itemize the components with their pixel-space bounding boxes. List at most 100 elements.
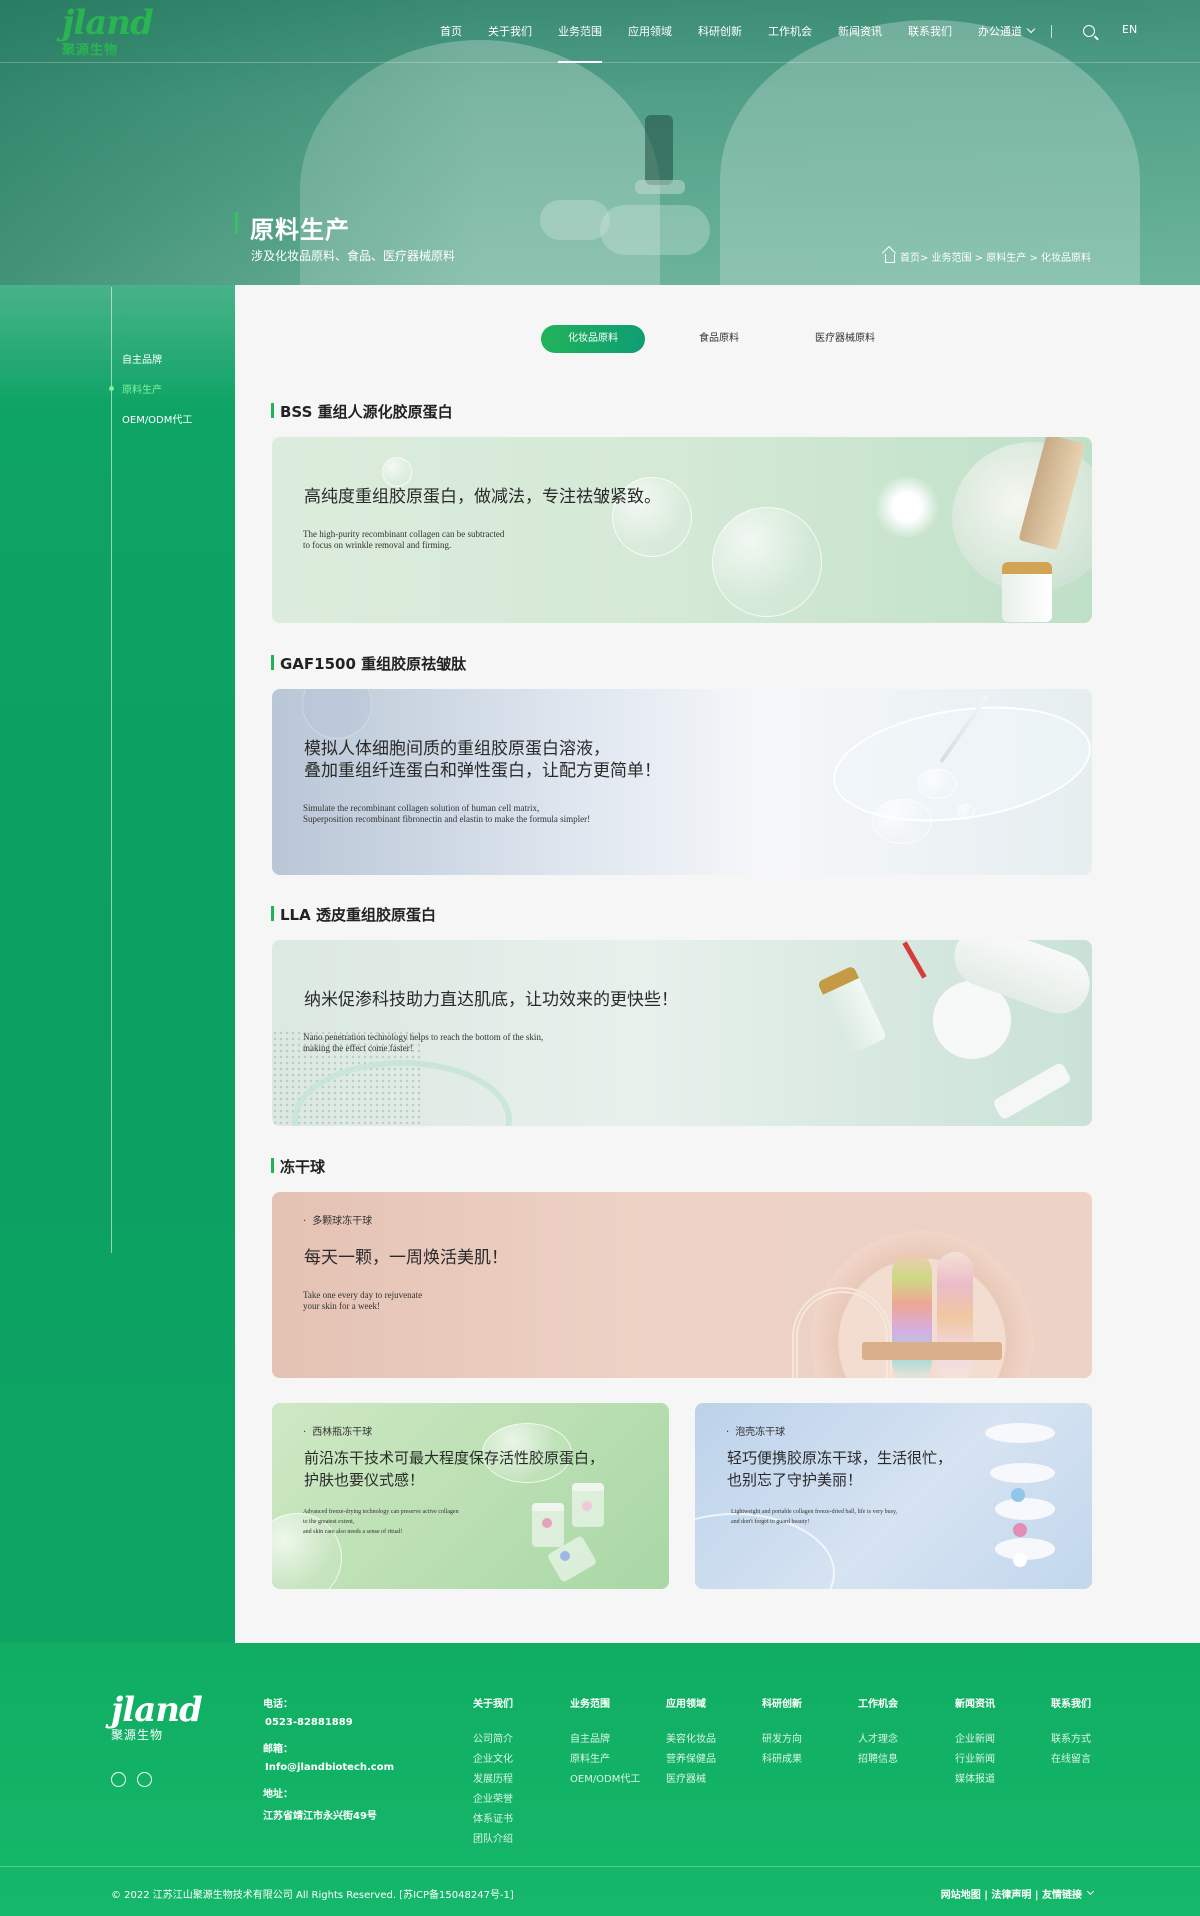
footer-link[interactable]: 企业荣誉 (473, 1790, 513, 1810)
nav-item-jobs[interactable]: 工作机会 (768, 0, 812, 63)
footer-link[interactable]: 人才理念 (858, 1730, 898, 1750)
product-banner-vial-ball[interactable]: 西林瓶冻干球 前沿冻干技术可最大程度保存活性胶原蛋白， 护肤也要仪式感！ Adv… (272, 1403, 669, 1589)
product-banner-lla[interactable]: 纳米促渗科技助力直达肌底，让功效来的更快些！ Nano penetration … (272, 940, 1092, 1126)
footer-link[interactable]: 营养保健品 (666, 1750, 716, 1770)
banner-en-line: and don't forget to guard beauty! (731, 1519, 810, 1525)
footer-link[interactable]: 体系证书 (473, 1810, 513, 1830)
page-subtitle: 涉及化妆品原料、食品、医疗器械原料 (251, 249, 456, 263)
nav-item-research[interactable]: 科研创新 (698, 0, 742, 63)
tiktok-icon[interactable] (137, 1772, 152, 1787)
banner-en-line: Simulate the recombinant collagen soluti… (303, 803, 540, 813)
logo-word: jland (62, 3, 154, 43)
nav-item-business[interactable]: 业务范围 (558, 0, 602, 63)
banner-en-line: and skin care also needs a sense of ritu… (303, 1529, 403, 1535)
footer-email[interactable]: Info@jlandbiotech.com (265, 1762, 394, 1773)
banner-heading: 高纯度重组胶原蛋白，做减法，专注祛皱紧致。 (304, 487, 661, 507)
footer-col-title[interactable]: 关于我们 (473, 1695, 513, 1710)
banner-tag: 多颗球冻干球 (303, 1212, 372, 1227)
footer-logo-word: jland (111, 1690, 203, 1730)
tab-medical-materials[interactable]: 医疗器械原料 (793, 325, 897, 353)
footer-link[interactable]: 媒体报道 (955, 1770, 995, 1790)
product-banner-multi-ball[interactable]: 多颗球冻干球 每天一颗，一周焕活美肌！ Take one every day t… (272, 1192, 1092, 1378)
footer-col-title[interactable]: 新闻资讯 (955, 1695, 995, 1710)
tab-cosmetic-materials[interactable]: 化妆品原料 (541, 325, 645, 353)
footer-logo[interactable]: jland 聚源生物 (111, 1690, 203, 1743)
footer-link[interactable]: OEM/ODM代工 (570, 1770, 640, 1790)
sidebar-line (111, 287, 112, 1253)
language-switch[interactable]: EN (1122, 23, 1137, 36)
home-icon[interactable] (884, 254, 895, 263)
banner-heading: 模拟人体细胞间质的重组胶原蛋白溶液， (304, 739, 610, 759)
banner-en-line: to the greatest extent, (303, 1519, 355, 1525)
footer-link[interactable]: 美容化妆品 (666, 1730, 716, 1750)
nav-divider (1051, 25, 1052, 38)
search-icon[interactable] (1083, 25, 1095, 37)
footer-link[interactable]: 企业文化 (473, 1750, 513, 1770)
footer-col-news: 新闻资讯 企业新闻 行业新闻 媒体报道 (955, 1695, 995, 1790)
nav-item-home[interactable]: 首页 (440, 0, 462, 63)
footer-link[interactable]: 发展历程 (473, 1770, 513, 1790)
breadcrumb-text[interactable]: 首页> 业务范围 > 原料生产 > 化妆品原料 (900, 249, 1091, 264)
footer-col-title[interactable]: 工作机会 (858, 1695, 898, 1710)
footer-utility-links-text[interactable]: 网站地图 | 法律声明 | 友情链接 (941, 1886, 1082, 1901)
product-banner-blister-ball[interactable]: 泡壳冻干球 轻巧便携胶原冻干球，生活很忙， 也别忘了守护美丽！ Lightwei… (695, 1403, 1092, 1589)
banner-en-line: The high-purity recombinant collagen can… (303, 529, 505, 539)
product-banner-bss[interactable]: 高纯度重组胶原蛋白，做减法，专注祛皱紧致。 The high-purity re… (272, 437, 1092, 623)
sidebar-item-oem-odm[interactable]: OEM/ODM代工 (122, 411, 192, 426)
breadcrumb: 首页> 业务范围 > 原料生产 > 化妆品原料 (884, 249, 1091, 264)
sidebar-item-raw-materials[interactable]: 原料生产 (122, 381, 162, 396)
footer-col-title[interactable]: 联系我们 (1051, 1695, 1091, 1710)
wechat-icon[interactable] (111, 1772, 126, 1787)
section-heading: BSS 重组人源化胶原蛋白 (280, 403, 453, 421)
nav-item-contact[interactable]: 联系我们 (908, 0, 952, 63)
logo[interactable]: jland 聚源生物 (62, 3, 154, 58)
footer-link[interactable]: 研发方向 (762, 1730, 802, 1750)
top-navigation: jland 聚源生物 首页 关于我们 业务范围 应用领域 科研创新 工作机会 新… (0, 0, 1200, 63)
footer-col-title[interactable]: 业务范围 (570, 1695, 640, 1710)
section-heading: GAF1500 重组胶原祛皱肽 (280, 655, 467, 673)
footer-col-title[interactable]: 科研创新 (762, 1695, 802, 1710)
footer-link[interactable]: 招聘信息 (858, 1750, 898, 1770)
sidebar (0, 285, 235, 1643)
banner-en-line: Lightweight and portable collagen freeze… (731, 1509, 898, 1515)
footer-link[interactable]: 联系方式 (1051, 1730, 1091, 1750)
banner-en-line: making the effect come faster! (303, 1043, 413, 1053)
banner-tag: 泡壳冻干球 (726, 1423, 785, 1438)
footer-link[interactable]: 企业新闻 (955, 1730, 995, 1750)
tab-food-materials[interactable]: 食品原料 (667, 325, 771, 353)
section-heading: LLA 透皮重组胶原蛋白 (280, 906, 436, 924)
nav-item-about[interactable]: 关于我们 (488, 0, 532, 63)
title-accent-bar (235, 212, 238, 234)
banner-en-line: Nano penetration technology helps to rea… (303, 1032, 544, 1042)
footer-link[interactable]: 公司简介 (473, 1730, 513, 1750)
sidebar-item-own-brand[interactable]: 自主品牌 (122, 351, 162, 366)
footer-link[interactable]: 行业新闻 (955, 1750, 995, 1770)
footer-link[interactable]: 原料生产 (570, 1750, 640, 1770)
footer-col-research: 科研创新 研发方向 科研成果 (762, 1695, 802, 1770)
chevron-down-icon[interactable] (1086, 1887, 1095, 1896)
footer-utility-links[interactable]: 网站地图 | 法律声明 | 友情链接 (941, 1886, 1095, 1901)
nav-item-news[interactable]: 新闻资讯 (838, 0, 882, 63)
footer-divider (0, 1866, 1200, 1867)
footer-col-about: 关于我们 公司简介 企业文化 发展历程 企业荣誉 体系证书 团队介绍 (473, 1695, 513, 1850)
footer-link[interactable]: 医疗器械 (666, 1770, 716, 1790)
category-tabs: 化妆品原料 食品原料 医疗器械原料 (541, 325, 919, 353)
banner-heading: 前沿冻干技术可最大程度保存活性胶原蛋白， (304, 1449, 605, 1467)
footer-phone: 0523-82881889 (265, 1717, 353, 1728)
nav-item-office[interactable]: 办公通道 (978, 0, 1036, 63)
banner-heading: 也别忘了守护美丽！ (727, 1471, 863, 1489)
footer-link[interactable]: 科研成果 (762, 1750, 802, 1770)
nav-item-applications[interactable]: 应用领域 (628, 0, 672, 63)
copyright: © 2022 江苏江山聚源生物技术有限公司 All Rights Reserve… (111, 1890, 514, 1901)
footer-link[interactable]: 团队介绍 (473, 1830, 513, 1850)
product-banner-gaf1500[interactable]: 模拟人体细胞间质的重组胶原蛋白溶液， 叠加重组纤连蛋白和弹性蛋白，让配方更简单！… (272, 689, 1092, 875)
nav-item-office-label: 办公通道 (978, 25, 1022, 38)
footer-address-label: 地址： (263, 1789, 293, 1800)
footer-link[interactable]: 在线留言 (1051, 1750, 1091, 1770)
footer-col-title[interactable]: 应用领域 (666, 1695, 716, 1710)
banner-heading: 每天一颗，一周焕活美肌！ (304, 1248, 508, 1268)
banner-en-line: Take one every day to rejuvenate (303, 1290, 423, 1300)
footer-link[interactable]: 自主品牌 (570, 1730, 640, 1750)
footer-col-jobs: 工作机会 人才理念 招聘信息 (858, 1695, 898, 1770)
banner-en-line: Advanced freeze-drying technology can pr… (303, 1509, 459, 1515)
